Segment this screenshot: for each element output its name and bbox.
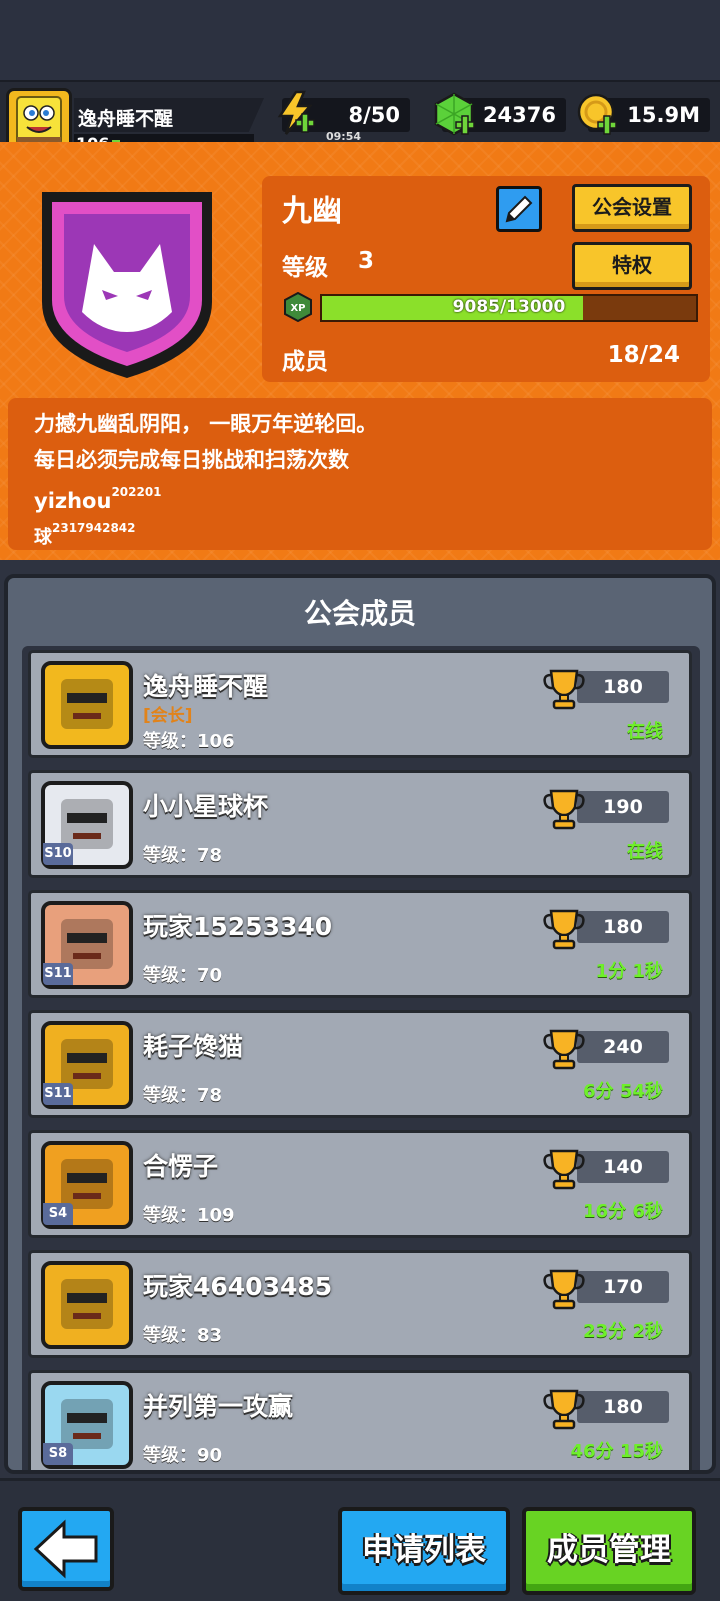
description-line-1: 力撼九幽乱阴阳， 一眼万年逆轮回。 <box>34 412 378 436</box>
xp-badge-icon: XP <box>284 292 312 322</box>
member-portrait-icon <box>61 1279 113 1329</box>
trophy-icon <box>543 669 585 710</box>
member-name: 玩家46403485 <box>143 1272 333 1301</box>
member-online-status: 在线 <box>627 841 663 862</box>
member-level: 等级：109 <box>143 1205 235 1226</box>
trophy-icon <box>543 789 585 830</box>
coin-counter[interactable]: 15.9M <box>577 93 710 135</box>
energy-value: 8/50 <box>348 103 400 127</box>
player-name: 逸舟睡不醒 <box>74 98 264 132</box>
green-gem-icon <box>434 92 475 136</box>
trophy-icon <box>543 1149 585 1190</box>
trophy-icon <box>543 909 585 950</box>
member-row[interactable]: 逸舟睡不醒 [会长] 等级：106 180 在线 <box>28 650 692 758</box>
member-trophy-score: 180 <box>577 671 669 703</box>
member-trophy-score: 180 <box>577 1391 669 1423</box>
member-season-badge: S11 <box>43 1083 73 1105</box>
member-online-status: 46分 15秒 <box>570 1441 663 1462</box>
back-arrow-icon <box>33 1519 98 1579</box>
member-portrait-icon <box>61 679 113 729</box>
member-name: 耗子馋猫 <box>143 1032 244 1061</box>
guild-settings-button[interactable]: 公会设置 <box>572 184 692 232</box>
member-level: 等级：78 <box>143 1085 223 1106</box>
member-level: 等级：106 <box>143 731 235 752</box>
member-season-badge: S10 <box>43 843 73 865</box>
privilege-button[interactable]: 特权 <box>572 242 692 290</box>
member-avatar[interactable] <box>41 1261 133 1349</box>
description-line-4: 球2317942842 <box>34 519 686 551</box>
guild-xp-text: 9085/13000 <box>452 297 566 317</box>
member-online-status: 在线 <box>627 721 663 742</box>
description-line-4-sup: 2317942842 <box>52 521 136 535</box>
apply-list-button[interactable]: 申请列表 <box>338 1507 510 1595</box>
member-row[interactable]: S11 玩家15253340 等级：70 180 1分 1秒 <box>28 890 692 998</box>
trophy-icon <box>543 1389 585 1430</box>
guild-level-value: 3 <box>358 248 375 274</box>
member-row[interactable]: S4 合愣子等级：109 140 16分 6秒 <box>28 1130 692 1238</box>
member-online-status: 1分 1秒 <box>595 961 663 982</box>
member-avatar[interactable] <box>41 661 133 749</box>
member-row[interactable]: 玩家46403485 等级：83 170 23分 2秒 <box>28 1250 692 1358</box>
guild-description: 力撼九幽乱阴阳， 一眼万年逆轮回。 每日必须完成每日挑战和扫荡次数 yizhou… <box>8 398 712 550</box>
coin-value: 15.9M <box>627 103 700 127</box>
description-line-3-text: yizhou <box>34 489 112 513</box>
member-level: 等级：70 <box>143 965 223 986</box>
guild-header: 九幽 公会设置 特权 等级 3 XP 9085/13000 成员 18/24 力… <box>0 142 720 560</box>
member-online-status: 6分 54秒 <box>583 1081 663 1102</box>
guild-members-panel: 公会成员 逸舟睡不醒 [会长] 等级：106 180 在线 S10 小小星球杯等级：78 19… <box>4 574 716 1474</box>
member-online-status: 16分 6秒 <box>583 1201 663 1222</box>
member-row[interactable]: S10 小小星球杯等级：78 190 在线 <box>28 770 692 878</box>
member-trophy-score: 190 <box>577 791 669 823</box>
member-list[interactable]: 逸舟睡不醒 [会长] 等级：106 180 在线 S10 小小星球杯 等级：78 190 在线 S1… <box>22 646 700 1470</box>
member-role: [会长] <box>143 706 193 726</box>
guild-emblem-cat-icon <box>42 192 212 378</box>
guild-members-label: 成员 <box>282 349 328 375</box>
gold-coin-icon <box>577 93 617 135</box>
member-level: 等级：90 <box>143 1445 223 1466</box>
pencil-icon <box>505 195 533 223</box>
back-button[interactable] <box>18 1507 114 1591</box>
member-name: 玩家15253340 <box>143 912 333 941</box>
member-trophy-score: 240 <box>577 1031 669 1063</box>
energy-lightning-icon <box>277 90 315 135</box>
member-season-badge: S4 <box>43 1203 73 1225</box>
member-level: 等级：78 <box>143 845 223 866</box>
member-trophy-score: 140 <box>577 1151 669 1183</box>
member-trophy-score: 180 <box>577 911 669 943</box>
members-panel-title: 公会成员 <box>303 597 416 630</box>
member-row[interactable]: S11 耗子馋猫等级：78 240 6分 54秒 <box>28 1010 692 1118</box>
top-resource-bar: 逸舟睡不醒 106 8/50 09:54 24376 15.9M <box>0 80 720 156</box>
member-level: 等级：83 <box>143 1325 223 1346</box>
guild-members-count: 18/24 <box>607 342 680 368</box>
description-line-4-text: 球 <box>34 527 52 548</box>
member-name: 小小星球杯 <box>143 792 269 821</box>
description-line-3: yizhou202201 <box>34 478 686 519</box>
member-name: 逸舟睡不醒 <box>143 672 269 701</box>
energy-counter[interactable]: 8/50 09:54 <box>277 90 410 143</box>
member-name: 并列第一攻赢 <box>143 1392 294 1421</box>
description-line-2: 每日必须完成每日挑战和扫荡次数 <box>34 448 349 472</box>
guild-xp-bar: 9085/13000 <box>320 294 698 322</box>
member-trophy-score: 170 <box>577 1271 669 1303</box>
member-name: 合愣子 <box>143 1152 219 1181</box>
gem-value: 24376 <box>482 103 556 127</box>
edit-guild-button[interactable] <box>496 186 542 232</box>
guild-name: 九幽 <box>282 194 342 229</box>
trophy-icon <box>543 1269 585 1310</box>
guild-level-label: 等级 <box>282 255 328 281</box>
member-online-status: 23分 2秒 <box>583 1321 663 1342</box>
member-season-badge: S11 <box>43 963 73 985</box>
member-manage-button[interactable]: 成员管理 <box>522 1507 696 1595</box>
member-row[interactable]: S8 并列第一攻赢等级：90 180 46分 15秒 <box>28 1370 692 1470</box>
gem-counter[interactable]: 24376 <box>434 92 566 136</box>
member-season-badge: S8 <box>43 1443 73 1465</box>
svg-text:XP: XP <box>290 303 305 314</box>
bottom-action-bar: 申请列表 成员管理 <box>0 1478 720 1601</box>
status-bar <box>0 0 720 80</box>
description-line-3-sup: 202201 <box>111 485 162 499</box>
trophy-icon <box>543 1029 585 1070</box>
guild-info-panel: 九幽 公会设置 特权 等级 3 XP 9085/13000 成员 18/24 <box>262 176 710 382</box>
